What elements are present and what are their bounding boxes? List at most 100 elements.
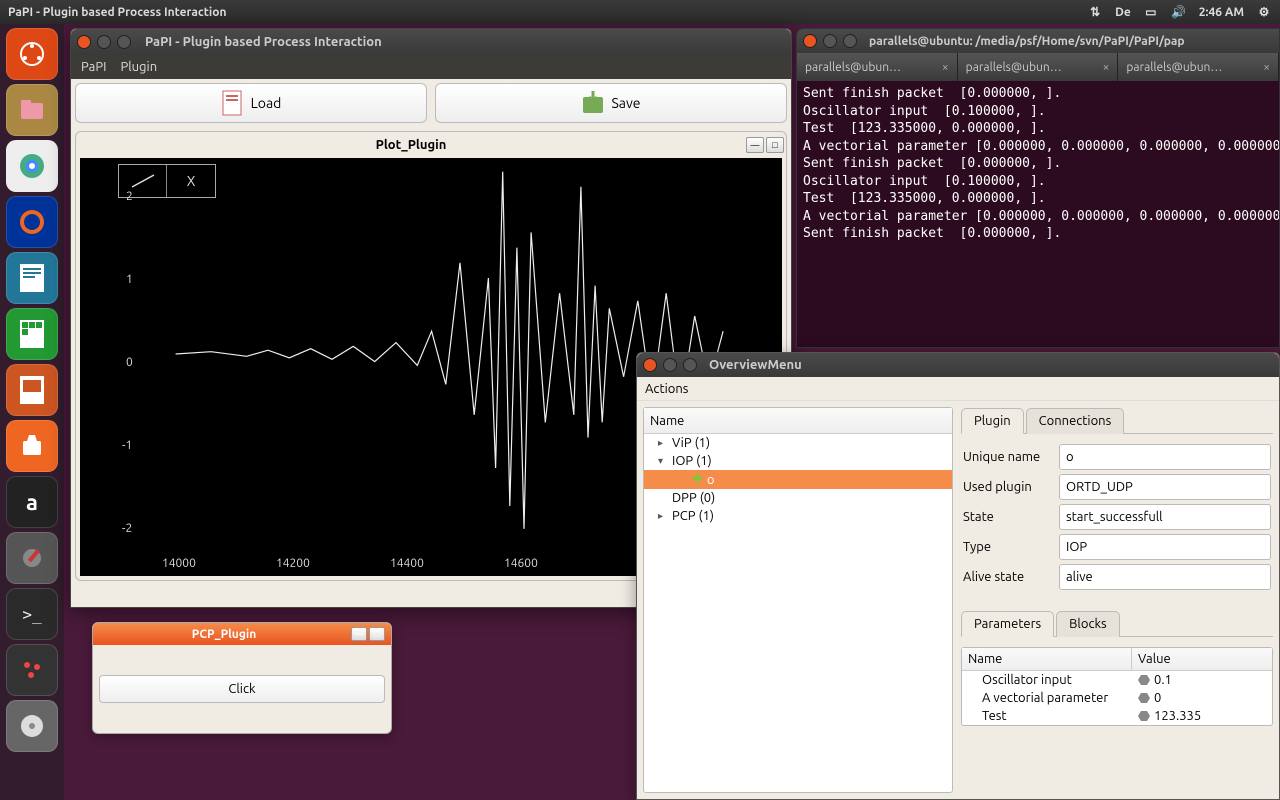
pcp-plugin-window: PCP_Plugin — □ Click	[92, 622, 392, 734]
firefox-icon[interactable]	[6, 196, 58, 248]
terminal-tab[interactable]: parallels@ubun…×	[958, 53, 1119, 81]
y-tick: -1	[122, 439, 132, 452]
chrome-icon[interactable]	[6, 140, 58, 192]
x-tick: 14000	[162, 557, 196, 570]
software-center-icon[interactable]	[6, 420, 58, 472]
unity-launcher: a >_	[0, 24, 64, 800]
x-tick: 14600	[504, 557, 538, 570]
files-icon[interactable]	[6, 84, 58, 136]
param-row[interactable]: Oscillator input0.1	[962, 671, 1272, 689]
terminal-output[interactable]: Sent finish packet [0.000000, ]. Oscilla…	[797, 81, 1279, 247]
pcp-click-button[interactable]: Click	[99, 675, 385, 703]
writer-icon[interactable]	[6, 252, 58, 304]
clock[interactable]: 2:46 AM	[1199, 6, 1244, 19]
load-button[interactable]: Load	[75, 83, 427, 123]
x-tick: 14400	[390, 557, 424, 570]
menu-actions[interactable]: Actions	[645, 382, 688, 396]
y-tick: -2	[122, 522, 132, 535]
input-used-plugin[interactable]	[1059, 474, 1271, 500]
input-alive[interactable]	[1059, 564, 1271, 590]
tree-item-vip[interactable]: ▸ViP (1)	[644, 434, 952, 452]
pcp-maximize-icon[interactable]: □	[369, 627, 385, 641]
tree-item-dpp[interactable]: DPP (0)	[644, 489, 952, 507]
network-icon[interactable]: ⇅	[1087, 4, 1103, 20]
minimize-icon[interactable]	[823, 34, 837, 48]
plot-minimize-icon[interactable]: —	[746, 137, 764, 153]
impress-icon[interactable]	[6, 364, 58, 416]
volume-icon[interactable]: 🔊	[1171, 4, 1187, 20]
gear-icon[interactable]: ⚙	[1256, 4, 1272, 20]
battery-icon[interactable]: ▭	[1143, 4, 1159, 20]
y-tick: 2	[126, 190, 133, 203]
keyboard-lang[interactable]: De	[1115, 6, 1131, 19]
tree-header-name[interactable]: Name	[644, 408, 952, 434]
plot-title: Plot_Plugin	[78, 138, 744, 152]
dash-icon[interactable]	[6, 28, 58, 80]
settings-icon[interactable]	[6, 532, 58, 584]
tree-item-o[interactable]: ✚ o	[644, 470, 952, 489]
tab-close-icon[interactable]: ×	[942, 61, 949, 74]
overview-title-text: OverviewMenu	[709, 358, 802, 372]
pcp-titlebar[interactable]: PCP_Plugin — □	[93, 623, 391, 645]
calc-icon[interactable]	[6, 308, 58, 360]
overview-menubar: Actions	[637, 377, 1279, 401]
amazon-icon[interactable]: a	[6, 476, 58, 528]
terminal-tab[interactable]: parallels@ubun…×	[797, 53, 958, 81]
input-state[interactable]	[1059, 504, 1271, 530]
save-button[interactable]: Save	[435, 83, 787, 123]
param-col-name[interactable]: Name	[962, 648, 1132, 670]
stop-icon	[1138, 675, 1150, 685]
close-icon[interactable]	[643, 358, 657, 372]
stop-icon	[1138, 693, 1150, 703]
plugin-tree: Name ▸ViP (1) ▾IOP (1) ✚ o DPP (0) ▸PCP …	[643, 407, 953, 793]
app-icon[interactable]	[6, 644, 58, 696]
tab-close-icon[interactable]: ×	[1263, 61, 1270, 74]
tab-connections[interactable]: Connections	[1026, 408, 1125, 434]
papi-title-text: PaPI - Plugin based Process Interaction	[145, 35, 382, 49]
terminal-tab[interactable]: parallels@ubun…×	[1118, 53, 1279, 81]
overview-titlebar[interactable]: OverviewMenu	[637, 353, 1279, 377]
y-tick: 0	[126, 356, 133, 369]
window-title: PaPI - Plugin based Process Interaction	[8, 6, 1087, 19]
system-topbar: PaPI - Plugin based Process Interaction …	[0, 0, 1280, 24]
tab-close-icon[interactable]: ×	[1103, 61, 1110, 74]
pcp-minimize-icon[interactable]: —	[351, 627, 367, 641]
tab-blocks[interactable]: Blocks	[1056, 611, 1120, 637]
label-type: Type	[963, 540, 1059, 554]
close-icon[interactable]	[77, 35, 91, 49]
maximize-icon[interactable]	[683, 358, 697, 372]
label-alive: Alive state	[963, 570, 1059, 584]
tree-item-pcp[interactable]: ▸PCP (1)	[644, 507, 952, 525]
close-icon[interactable]	[803, 34, 817, 48]
terminal-titlebar[interactable]: parallels@ubuntu: /media/psf/Home/svn/Pa…	[797, 29, 1279, 53]
stop-icon	[1138, 711, 1150, 721]
detail-tabs: Plugin Connections	[961, 407, 1273, 434]
minimize-icon[interactable]	[663, 358, 677, 372]
minimize-icon[interactable]	[97, 35, 111, 49]
maximize-icon[interactable]	[843, 34, 857, 48]
tab-plugin[interactable]: Plugin	[961, 408, 1024, 434]
input-type[interactable]	[1059, 534, 1271, 560]
label-state: State	[963, 510, 1059, 524]
menu-papi[interactable]: PaPI	[81, 60, 106, 74]
plot-maximize-icon[interactable]: □	[766, 137, 784, 153]
menu-plugin[interactable]: Plugin	[120, 60, 157, 74]
param-row[interactable]: Test123.335	[962, 707, 1272, 725]
chevron-right-icon: ▸	[658, 510, 668, 522]
input-unique-name[interactable]	[1059, 444, 1271, 470]
label-used-plugin: Used plugin	[963, 480, 1059, 494]
system-tray: ⇅ De ▭ 🔊 2:46 AM ⚙	[1087, 4, 1272, 20]
tree-item-iop[interactable]: ▾IOP (1)	[644, 452, 952, 470]
maximize-icon[interactable]	[117, 35, 131, 49]
terminal-tabs: parallels@ubun…× parallels@ubun…× parall…	[797, 53, 1279, 81]
terminal-icon[interactable]: >_	[6, 588, 58, 640]
param-col-value[interactable]: Value	[1132, 648, 1272, 670]
papi-titlebar[interactable]: PaPI - Plugin based Process Interaction	[71, 29, 791, 55]
chevron-right-icon: ▸	[658, 437, 668, 449]
sub-tabs: Parameters Blocks	[961, 610, 1273, 637]
overview-window: OverviewMenu Actions Name ▸ViP (1) ▾IOP …	[636, 352, 1280, 800]
tab-parameters[interactable]: Parameters	[961, 611, 1054, 637]
terminal-title: parallels@ubuntu: /media/psf/Home/svn/Pa…	[869, 35, 1185, 48]
param-row[interactable]: A vectorial parameter0	[962, 689, 1272, 707]
disk-icon[interactable]	[6, 700, 58, 752]
